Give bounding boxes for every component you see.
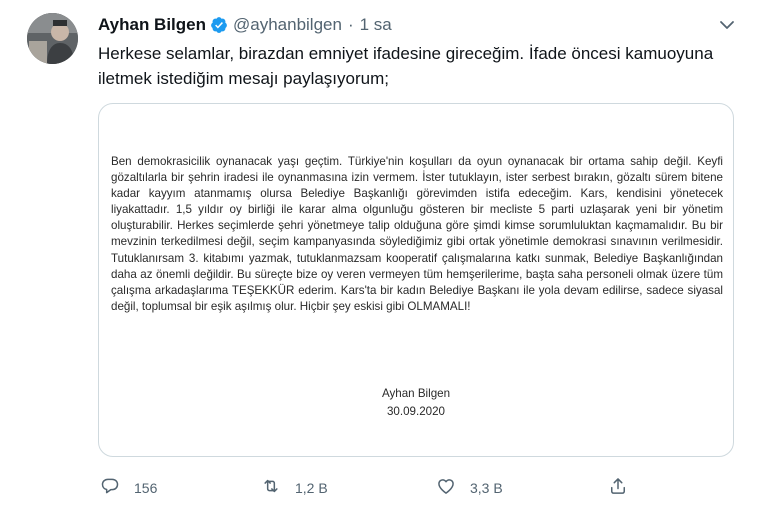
signature-name: Ayhan Bilgen [381,387,451,400]
avatar-photo [27,13,78,64]
retweet-button[interactable]: 1,2 B [261,476,328,500]
reply-icon [100,476,120,501]
heart-icon [436,476,456,501]
author-handle[interactable]: @ayhanbilgen [233,15,342,35]
retweet-count: 1,2 B [295,480,328,496]
attached-image[interactable]: Ben demokrasicilik oynanacak yaşı geçtim… [98,103,734,457]
share-button[interactable] [608,476,628,500]
chevron-down-icon[interactable] [716,14,738,36]
avatar[interactable] [27,13,78,64]
reply-count: 156 [134,480,158,496]
separator-dot: · [347,15,354,34]
verified-badge-icon [210,16,228,34]
tweet-text: Herkese selamlar, birazdan emniyet ifade… [98,44,714,88]
reply-button[interactable]: 156 [100,476,157,500]
timestamp[interactable]: 1 sa [360,15,392,35]
author-name[interactable]: Ayhan Bilgen [98,15,206,35]
statement-body: Ben demokrasicilik oynanacak yaşı geçtim… [111,155,723,313]
tweet[interactable]: Ayhan Bilgen @ayhanbilgen · 1 sa Herkese… [0,0,763,507]
share-icon [608,476,628,501]
like-button[interactable]: 3,3 B [436,476,503,500]
retweet-icon [261,476,281,501]
like-count: 3,3 B [470,480,503,496]
tweet-header: Ayhan Bilgen @ayhanbilgen · 1 sa [98,14,392,36]
signature-date: 30.09.2020 [386,405,446,418]
action-bar: 156 1,2 B 3,3 B [98,476,738,500]
